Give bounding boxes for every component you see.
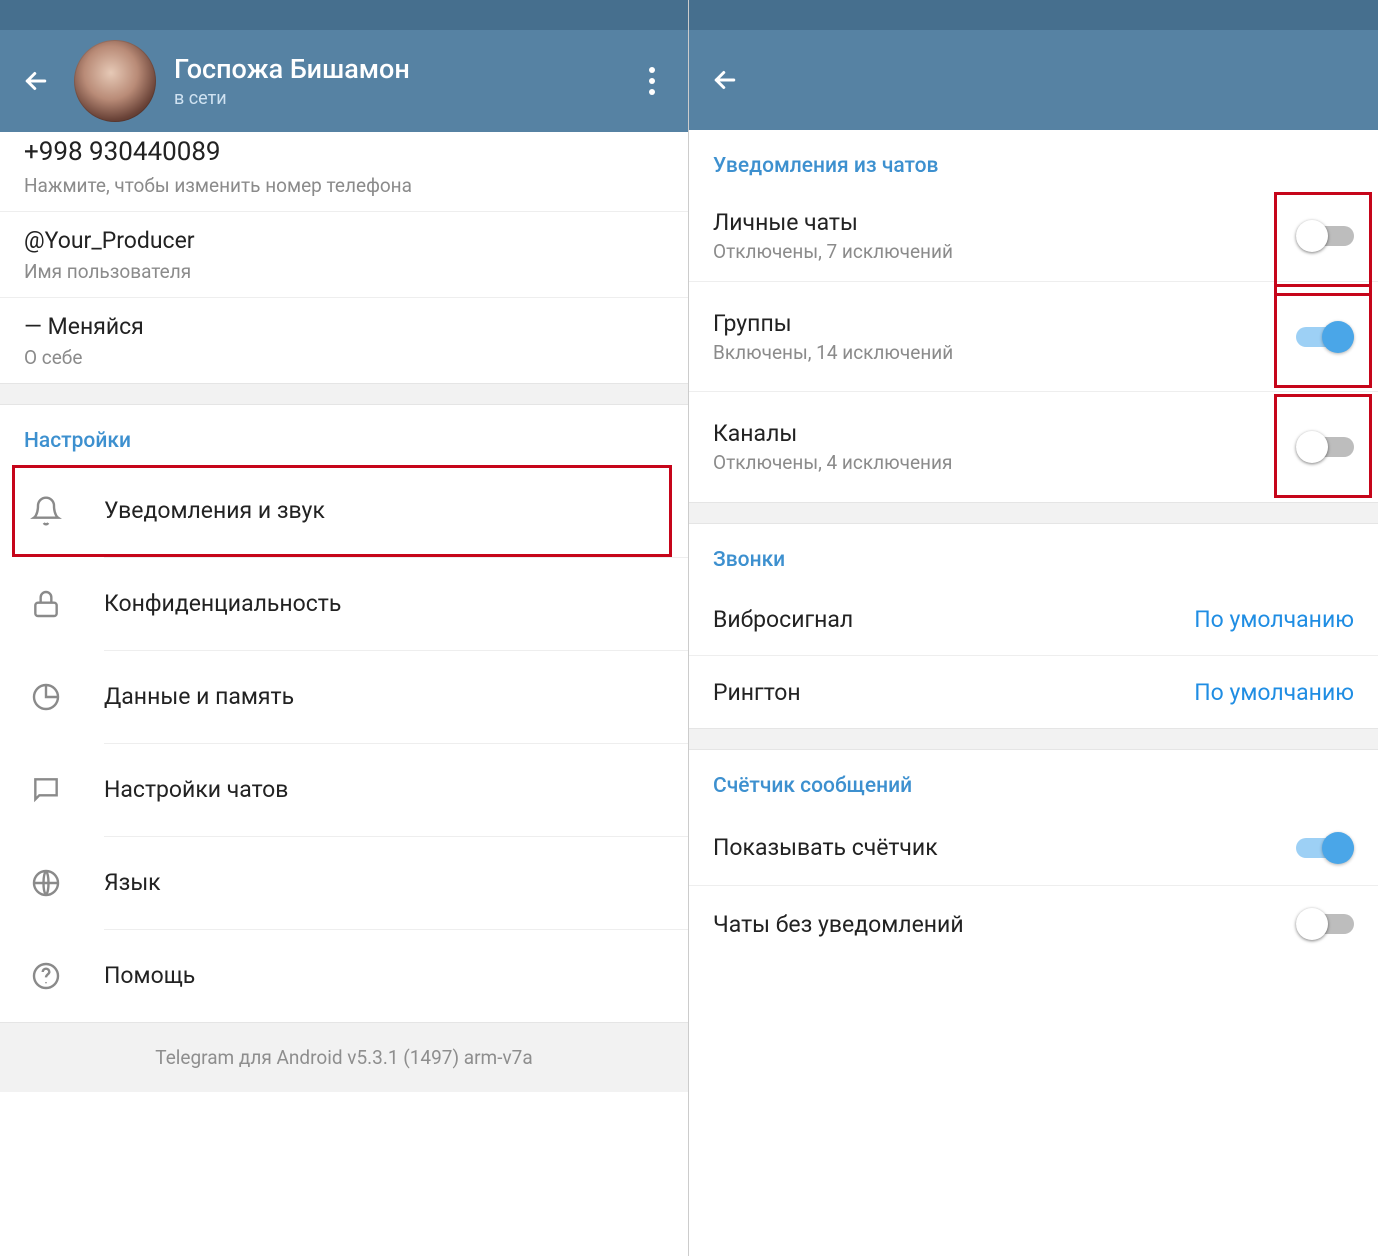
- menu-data-label: Данные и память: [104, 683, 294, 710]
- username-hint: Имя пользователя: [24, 260, 664, 283]
- username-row[interactable]: @Your_Producer Имя пользователя: [0, 212, 688, 298]
- app-bar: Госпожа Бишамон в сети: [0, 30, 688, 132]
- app-bar-r: [689, 30, 1378, 130]
- row-show-badge[interactable]: Показывать счётчик: [689, 810, 1378, 886]
- chat-icon: [24, 774, 68, 806]
- show-badge-title: Показывать счётчик: [713, 834, 1296, 861]
- bio-value: — Меняйся: [24, 312, 664, 342]
- vibrate-value: По умолчанию: [1194, 606, 1354, 633]
- row-private-chats[interactable]: Личные чаты Отключены, 7 исключений: [689, 190, 1378, 282]
- highlight-notifications: [12, 465, 672, 557]
- menu-help-label: Помощь: [104, 962, 195, 989]
- row-groups[interactable]: Группы Включены, 14 исключений: [689, 282, 1378, 392]
- app-version: Telegram для Android v5.3.1 (1497) arm-v…: [0, 1022, 688, 1092]
- row-vibrate[interactable]: Вибросигнал По умолчанию: [689, 584, 1378, 656]
- more-button[interactable]: [634, 63, 670, 99]
- help-icon: [24, 960, 68, 992]
- bio-hint: О себе: [24, 346, 664, 369]
- section-counter: Счётчик сообщений: [689, 750, 1378, 810]
- back-button-r[interactable]: [707, 62, 743, 98]
- gap-r1: [689, 502, 1378, 524]
- profile-status: в сети: [174, 88, 634, 109]
- menu-privacy[interactable]: Конфиденциальность: [0, 558, 688, 650]
- globe-icon: [24, 867, 68, 899]
- menu-chats[interactable]: Настройки чатов: [0, 744, 688, 836]
- toggle-show-badge[interactable]: [1296, 832, 1354, 864]
- gap-r2: [689, 728, 1378, 750]
- section-gap: [0, 383, 688, 405]
- notifications-settings-screen: Уведомления из чатов Личные чаты Отключе…: [689, 0, 1378, 1256]
- highlight-channels-toggle: [1274, 394, 1372, 498]
- row-muted-badge[interactable]: Чаты без уведомлений: [689, 886, 1378, 962]
- phone-hint: Нажмите, чтобы изменить номер телефона: [24, 174, 664, 197]
- menu-list: Уведомления и звук Конфиденциальность Да…: [0, 465, 688, 1022]
- menu-chats-label: Настройки чатов: [104, 776, 288, 803]
- menu-language[interactable]: Язык: [0, 837, 688, 929]
- muted-badge-title: Чаты без уведомлений: [713, 911, 1296, 938]
- menu-data[interactable]: Данные и память: [0, 651, 688, 743]
- groups-sub: Включены, 14 исключений: [713, 341, 1296, 364]
- avatar[interactable]: [74, 40, 156, 122]
- bio-row[interactable]: — Меняйся О себе: [0, 298, 688, 383]
- phone-row[interactable]: +998 930440089 Нажмите, чтобы изменить н…: [0, 132, 688, 212]
- ringtone-value: По умолчанию: [1194, 679, 1354, 706]
- back-button[interactable]: [18, 63, 54, 99]
- vibrate-title: Вибросигнал: [713, 606, 1194, 633]
- channels-title: Каналы: [713, 420, 1296, 447]
- toggle-muted-badge[interactable]: [1296, 908, 1354, 940]
- status-bar: [0, 0, 688, 30]
- row-ringtone[interactable]: Рингтон По умолчанию: [689, 656, 1378, 728]
- ringtone-title: Рингтон: [713, 679, 1194, 706]
- notif-content: Уведомления из чатов Личные чаты Отключе…: [689, 130, 1378, 1256]
- title-block: Госпожа Бишамон в сети: [174, 53, 634, 108]
- status-bar-r: [689, 0, 1378, 30]
- private-sub: Отключены, 7 исключений: [713, 240, 1296, 263]
- channels-sub: Отключены, 4 исключения: [713, 451, 1296, 474]
- username-value: @Your_Producer: [24, 226, 664, 256]
- more-icon: [649, 67, 655, 95]
- profile-name: Госпожа Бишамон: [174, 53, 634, 85]
- pie-icon: [24, 681, 68, 713]
- menu-language-label: Язык: [104, 869, 161, 896]
- section-calls: Звонки: [689, 524, 1378, 584]
- lock-icon: [24, 588, 68, 620]
- section-chat-notifications: Уведомления из чатов: [689, 130, 1378, 190]
- menu-help[interactable]: Помощь: [0, 930, 688, 1022]
- highlight-private-toggle: [1274, 192, 1372, 296]
- menu-privacy-label: Конфиденциальность: [104, 590, 341, 617]
- settings-profile-screen: Госпожа Бишамон в сети +998 930440089 На…: [0, 0, 689, 1256]
- highlight-groups-toggle: [1274, 284, 1372, 388]
- groups-title: Группы: [713, 310, 1296, 337]
- row-channels[interactable]: Каналы Отключены, 4 исключения: [689, 392, 1378, 502]
- settings-section-title: Настройки: [0, 405, 688, 465]
- profile-content: +998 930440089 Нажмите, чтобы изменить н…: [0, 132, 688, 1256]
- phone-value: +998 930440089: [24, 136, 664, 170]
- private-title: Личные чаты: [713, 209, 1296, 236]
